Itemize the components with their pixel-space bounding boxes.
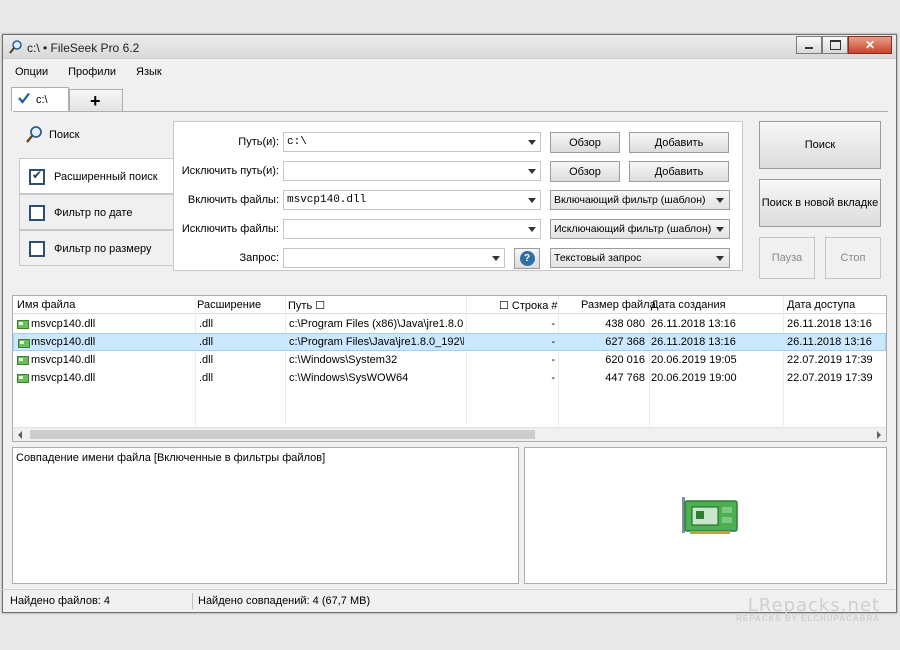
query-row: Запрос: ? Текстовый запрос [174, 248, 739, 270]
table-row-selected[interactable]: msvcp140.dll .dll c:\Program Files\Java\… [13, 333, 886, 351]
chevron-down-icon [716, 227, 724, 232]
checkbox[interactable] [29, 241, 45, 257]
search-form: Путь(и): c:\ Обзор Добавить Исключить пу… [173, 121, 743, 271]
results-header: Имя файла Расширение Путь ☐ ☐ Строка # Р… [13, 296, 886, 314]
exclude-path-input[interactable] [283, 161, 541, 181]
table-row[interactable]: msvcp140.dll .dll c:\Windows\SysWOW64 - … [13, 369, 886, 387]
check-icon [18, 92, 30, 104]
title-bar[interactable]: c:\ • FileSeek Pro 6.2 ✕ [3, 35, 896, 59]
exclude-filter-select[interactable]: Исключающий фильтр (шаблон) [550, 219, 730, 239]
window-controls: ✕ [796, 36, 892, 54]
chevron-down-icon[interactable] [528, 198, 536, 203]
watermark-credit: REPACKS BY ELCHUPACABRA [736, 614, 880, 623]
query-type-select[interactable]: Текстовый запрос [550, 248, 730, 268]
nav-size-filter[interactable]: Фильтр по размеру [19, 230, 175, 266]
menu-bar: Опции Профили Язык [3, 62, 896, 82]
files-found-status: Найдено файлов: 4 [10, 595, 111, 607]
chevron-down-icon[interactable] [528, 169, 536, 174]
window-title: c:\ • FileSeek Pro 6.2 [27, 41, 140, 55]
close-button[interactable]: ✕ [848, 36, 892, 54]
menu-language[interactable]: Язык [124, 62, 170, 82]
table-row[interactable]: msvcp140.dll .dll c:\Program Files (x86)… [13, 315, 886, 333]
column-created[interactable]: Дата создания [651, 299, 726, 311]
nav-search[interactable]: Поиск [17, 120, 177, 153]
magnifier-icon [9, 40, 22, 54]
new-tab-button[interactable]: + [69, 89, 123, 111]
column-line[interactable]: ☐ Строка # [499, 299, 557, 312]
nav-advanced-search[interactable]: Расширенный поиск [19, 158, 175, 194]
nav-date-filter[interactable]: Фильтр по дате [19, 194, 175, 230]
add-exclude-button[interactable]: Добавить [629, 161, 729, 182]
nav-item-label: Расширенный поиск [54, 171, 158, 183]
add-path-button[interactable]: Добавить [629, 132, 729, 153]
include-files-label: Включить файлы: [187, 194, 279, 206]
results-table: Имя файла Расширение Путь ☐ ☐ Строка # Р… [12, 295, 887, 442]
query-label: Запрос: [239, 252, 279, 264]
checkbox-checked[interactable] [29, 168, 45, 185]
minimize-button[interactable] [796, 36, 822, 54]
column-extension[interactable]: Расширение [197, 299, 261, 311]
query-input[interactable] [283, 248, 505, 268]
scroll-left-icon[interactable] [18, 431, 22, 439]
query-help-button[interactable]: ? [514, 248, 540, 269]
tab-strip: c:\ + [7, 87, 887, 111]
chevron-down-icon [716, 256, 724, 261]
chevron-down-icon [716, 198, 724, 203]
table-row[interactable]: msvcp140.dll .dll c:\Windows\System32 - … [13, 351, 886, 369]
chevron-down-icon[interactable] [528, 140, 536, 145]
path-label: Путь(и): [238, 136, 279, 148]
file-preview-pane [524, 447, 887, 584]
search-button[interactable]: Поиск [759, 121, 881, 169]
browse-path-button[interactable]: Обзор [550, 132, 620, 153]
dll-file-icon [682, 497, 738, 534]
exclude-files-input[interactable] [283, 219, 541, 239]
path-row: Путь(и): c:\ Обзор Добавить [174, 132, 739, 154]
tab-search[interactable]: c:\ [11, 87, 69, 111]
dll-file-icon [18, 339, 30, 348]
chevron-down-icon[interactable] [528, 227, 536, 232]
include-filter-select[interactable]: Включающий фильтр (шаблон) [550, 190, 730, 210]
match-info: Совпадение имени файла [Включенные в фил… [16, 452, 326, 464]
watermark-site: LRepacks.net [747, 595, 880, 616]
exclude-files-label: Исключить файлы: [181, 223, 279, 235]
stop-button[interactable]: Стоп [825, 237, 881, 279]
watermark: LRepacks.net REPACKS BY ELCHUPACABRA [736, 595, 880, 624]
pause-button[interactable]: Пауза [759, 237, 815, 279]
menu-options[interactable]: Опции [3, 62, 56, 82]
nav-search-label: Поиск [49, 129, 80, 141]
nav-item-label: Фильтр по размеру [54, 243, 152, 255]
scroll-right-icon[interactable] [877, 431, 881, 439]
column-path[interactable]: Путь ☐ [288, 299, 325, 312]
menu-profiles[interactable]: Профили [56, 62, 124, 82]
help-icon: ? [519, 251, 535, 266]
path-input[interactable]: c:\ [283, 132, 541, 152]
dll-file-icon [17, 320, 29, 329]
dll-file-icon [17, 356, 29, 365]
browse-exclude-button[interactable]: Обзор [550, 161, 620, 182]
column-accessed[interactable]: Дата доступа [787, 299, 855, 311]
exclude-path-label: Исключить путь(и): [181, 165, 279, 177]
include-files-row: Включить файлы: msvcp140.dll Включающий … [174, 190, 739, 212]
include-files-input[interactable]: msvcp140.dll [283, 190, 541, 210]
scrollbar-thumb[interactable] [30, 430, 535, 439]
exclude-files-row: Исключить файлы: Исключающий фильтр (шаб… [174, 219, 739, 241]
tab-label: c:\ [36, 94, 48, 106]
plus-icon: + [90, 91, 101, 111]
horizontal-scrollbar[interactable] [13, 427, 886, 441]
search-options-nav: Поиск Расширенный поиск Фильтр по дате Ф… [17, 120, 177, 266]
search-icon [26, 126, 42, 143]
search-new-tab-button[interactable]: Поиск в новой вкладке [759, 179, 881, 227]
checkbox[interactable] [29, 205, 45, 221]
column-name[interactable]: Имя файла [17, 299, 75, 311]
matches-found-status: Найдено совпадений: 4 (67,7 МВ) [198, 595, 371, 607]
nav-item-label: Фильтр по дате [54, 207, 133, 219]
dll-file-icon [17, 374, 29, 383]
column-size[interactable]: Размер файла [581, 299, 656, 311]
status-separator [192, 593, 193, 609]
maximize-button[interactable] [822, 36, 848, 54]
match-details-pane[interactable]: Совпадение имени файла [Включенные в фил… [12, 447, 519, 584]
chevron-down-icon[interactable] [492, 256, 500, 261]
exclude-path-row: Исключить путь(и): Обзор Добавить [174, 161, 739, 183]
